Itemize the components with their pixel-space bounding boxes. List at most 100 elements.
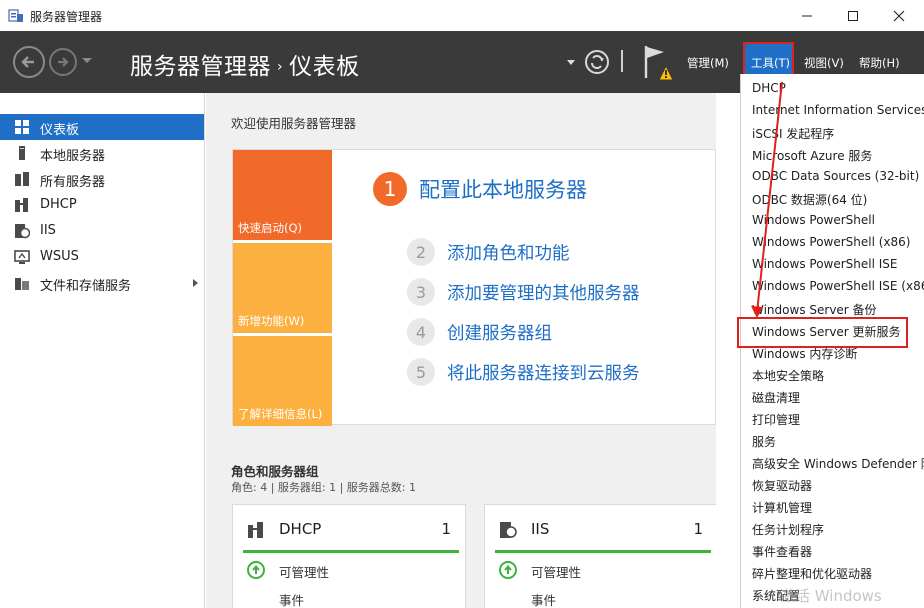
minimize-icon <box>802 15 812 16</box>
welcome-tile: 快速启动(Q) 新增功能(W) 了解详细信息(L) 1 配置此本地服务器 2 添… <box>232 149 716 426</box>
tools-menu-item[interactable]: 磁盘清理 <box>752 389 800 411</box>
notifications-flag-icon[interactable] <box>642 44 676 82</box>
new-features-tile[interactable]: 新增功能(W) <box>233 243 332 333</box>
new-features-label: 新增功能(W) <box>238 314 305 328</box>
title-bar: 服务器管理器 <box>0 0 924 31</box>
menu-manage[interactable]: 管理(M) <box>687 55 729 71</box>
tools-menu-item[interactable]: Microsoft Azure 服务 <box>752 147 872 169</box>
sidebar-item-label: 仪表板 <box>40 123 80 138</box>
step-1-link[interactable]: 配置此本地服务器 <box>419 174 587 204</box>
tools-menu-item[interactable]: 恢复驱动器 <box>752 477 812 499</box>
sidebar-item-file-storage[interactable]: 文件和存储服务 <box>0 270 204 296</box>
role-card-events[interactable]: 事件 <box>531 590 556 608</box>
sidebar-item-dashboard[interactable]: 仪表板 <box>0 114 204 140</box>
tools-menu-item[interactable]: 任务计划程序 <box>752 521 824 543</box>
wsus-icon <box>14 250 30 264</box>
dashboard-content: 欢迎使用服务器管理器 快速启动(Q) 新增功能(W) 了解详细信息(L) 1 配… <box>206 93 716 608</box>
menu-tools[interactable]: 工具(T) <box>751 55 790 71</box>
tools-menu-item[interactable]: 事件查看器 <box>752 543 812 565</box>
sidebar-item-iis[interactable]: IIS <box>0 218 204 244</box>
sidebar-item-local-server[interactable]: 本地服务器 <box>0 140 204 166</box>
step-number: 5 <box>407 358 435 386</box>
role-card-count: 1 <box>693 520 703 538</box>
activation-watermark: 激活 Windows <box>780 587 882 605</box>
refresh-icon[interactable] <box>585 50 609 74</box>
step-number: 2 <box>407 238 435 266</box>
minimize-button[interactable] <box>784 0 830 31</box>
menu-help[interactable]: 帮助(H) <box>859 55 900 71</box>
annotation-highlight-box <box>737 317 908 348</box>
learn-more-label: 了解详细信息(L) <box>238 407 323 421</box>
close-button[interactable] <box>876 0 922 31</box>
step-4: 4 创建服务器组 <box>407 318 707 346</box>
step-link[interactable]: 添加要管理的其他服务器 <box>447 280 640 305</box>
dashboard-icon <box>15 120 29 134</box>
chevron-right-icon[interactable] <box>193 279 198 287</box>
step-link[interactable]: 将此服务器连接到云服务 <box>447 360 640 385</box>
role-card-iis[interactable]: IIS 1 可管理性 事件 <box>484 504 716 608</box>
roles-summary: 角色: 4 | 服务器组: 1 | 服务器总数: 1 <box>231 481 417 494</box>
sidebar-item-dhcp[interactable]: DHCP <box>0 192 204 218</box>
tools-menu-item[interactable]: DHCP <box>752 81 786 103</box>
tools-menu-item[interactable]: Windows PowerShell ISE <box>752 257 898 279</box>
step-5: 5 将此服务器连接到云服务 <box>407 358 707 386</box>
forward-button[interactable] <box>49 48 77 76</box>
tools-menu-item[interactable]: Windows PowerShell ISE (x86) <box>752 279 924 301</box>
sidebar-item-label: WSUS <box>40 249 79 264</box>
role-card-title: IIS <box>531 520 550 538</box>
servers-icon <box>15 172 29 186</box>
history-dropdown-icon[interactable] <box>82 58 92 63</box>
sidebar-item-all-servers[interactable]: 所有服务器 <box>0 166 204 192</box>
welcome-title: 欢迎使用服务器管理器 <box>231 116 357 131</box>
learn-more-tile[interactable]: 了解详细信息(L) <box>233 336 332 426</box>
close-icon <box>893 10 905 21</box>
role-card-manageability[interactable]: 可管理性 <box>279 562 329 581</box>
dhcp-icon <box>248 522 263 538</box>
breadcrumb-dropdown-icon[interactable] <box>567 60 575 65</box>
tools-menu-item[interactable]: 计算机管理 <box>752 499 812 521</box>
tools-menu-item[interactable]: Internet Information Services ( <box>752 103 924 125</box>
tools-menu-item[interactable]: Windows 内存诊断 <box>752 345 857 367</box>
tools-menu-item[interactable]: 高级安全 Windows Defender 防 <box>752 455 924 477</box>
breadcrumb-app[interactable]: 服务器管理器 <box>130 54 271 80</box>
tools-menu-item[interactable]: 打印管理 <box>752 411 800 433</box>
role-card-events[interactable]: 事件 <box>279 590 304 608</box>
server-icon <box>19 146 25 160</box>
role-card-title: DHCP <box>279 520 322 538</box>
arrow-left-icon <box>21 56 34 68</box>
quick-start-label: 快速启动(Q) <box>238 221 303 235</box>
step-link[interactable]: 创建服务器组 <box>447 320 552 345</box>
sidebar-item-label: 本地服务器 <box>40 149 106 164</box>
sidebar: 仪表板 本地服务器 所有服务器 DHCP IIS WSUS 文件和存储服务 <box>0 93 205 608</box>
step-1-number: 1 <box>373 172 407 206</box>
step-number: 3 <box>407 278 435 306</box>
sidebar-item-label: DHCP <box>40 197 77 212</box>
breadcrumb-page: 仪表板 <box>289 54 360 80</box>
tools-menu-item[interactable]: iSCSI 发起程序 <box>752 125 834 147</box>
tools-menu-item[interactable]: 本地安全策略 <box>752 367 824 389</box>
tools-menu-item[interactable]: Windows PowerShell <box>752 213 875 235</box>
tools-menu-item[interactable]: Windows PowerShell (x86) <box>752 235 910 257</box>
server-manager-app-icon <box>8 9 23 22</box>
dhcp-icon <box>15 198 28 212</box>
tools-menu-item[interactable]: ODBC Data Sources (32-bit) <box>752 169 919 191</box>
tools-menu-item[interactable]: 碎片整理和优化驱动器 <box>752 565 872 587</box>
role-card-dhcp[interactable]: DHCP 1 可管理性 事件 <box>232 504 466 608</box>
step-3: 3 添加要管理的其他服务器 <box>407 278 707 306</box>
tools-menu-item[interactable]: 服务 <box>752 433 776 455</box>
step-link[interactable]: 添加角色和功能 <box>447 240 570 265</box>
maximize-button[interactable] <box>830 0 876 31</box>
server-manager-window: 服务器管理器 服务器管理器 › 仪表板 管理(M) 工具(T) 视图(V) 帮助… <box>0 0 924 608</box>
back-button[interactable] <box>13 46 45 78</box>
header-divider <box>621 50 623 72</box>
menu-view[interactable]: 视图(V) <box>804 55 844 71</box>
iis-icon <box>500 522 517 538</box>
role-card-status-bar <box>243 550 459 553</box>
tools-menu-item[interactable]: ODBC 数据源(64 位) <box>752 191 867 213</box>
sidebar-item-label: IIS <box>40 223 56 238</box>
sidebar-item-wsus[interactable]: WSUS <box>0 244 204 270</box>
breadcrumb-separator: › <box>277 59 284 75</box>
quick-start-tile[interactable]: 快速启动(Q) <box>233 150 332 240</box>
role-card-manageability[interactable]: 可管理性 <box>531 562 581 581</box>
roles-section-title: 角色和服务器组 <box>231 464 319 479</box>
